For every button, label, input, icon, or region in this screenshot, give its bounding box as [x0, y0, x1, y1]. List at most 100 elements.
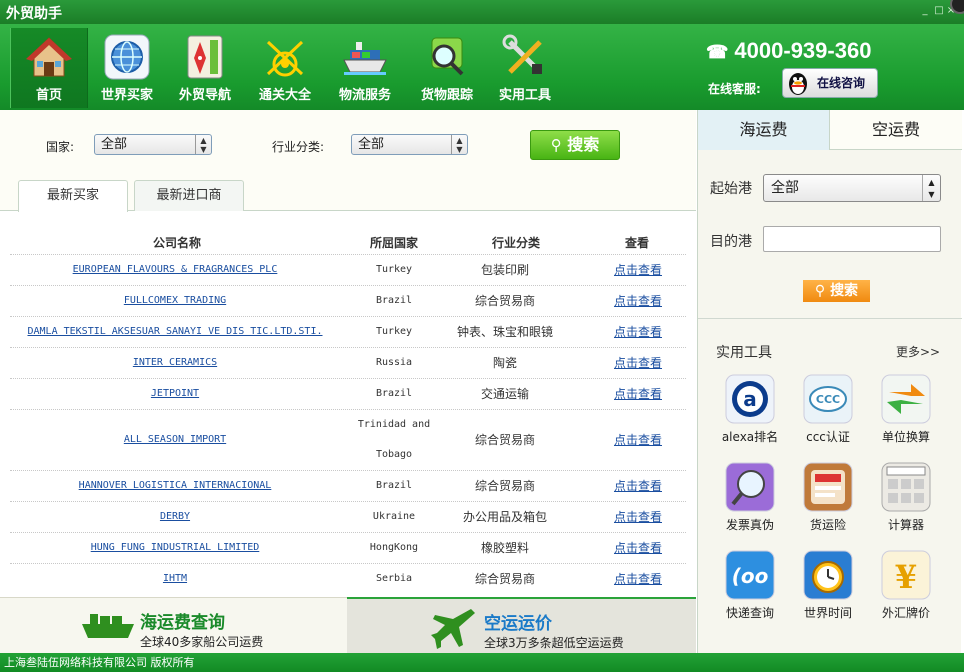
company-link[interactable]: DERBY: [10, 502, 340, 532]
nav-home[interactable]: 首页: [10, 28, 88, 108]
view-link[interactable]: 点击查看: [600, 533, 676, 563]
view-link[interactable]: 点击查看: [600, 286, 676, 316]
nav-trade-navigation[interactable]: 外贸导航: [166, 28, 244, 108]
industry-select[interactable]: 全部 ▲ ▼: [351, 134, 468, 155]
company-link[interactable]: IHTM: [10, 564, 340, 594]
view-link[interactable]: 点击查看: [600, 379, 676, 409]
maximize-button[interactable]: □: [934, 6, 944, 16]
country-cell: Trinidad and Tobago: [348, 410, 440, 470]
company-link[interactable]: EUROPEAN FLAVOURS & FRAGRANCES PLC: [10, 255, 340, 285]
tool-label: 发票真伪: [725, 518, 774, 532]
nav-cargo-tracking[interactable]: 货物跟踪: [408, 28, 486, 108]
tab-air-freight[interactable]: 空运费: [830, 110, 962, 150]
view-link[interactable]: 点击查看: [600, 471, 676, 501]
country-cell: HongKong: [369, 542, 419, 553]
company-link[interactable]: HUNG FUNG INDUSTRIAL LIMITED: [10, 533, 340, 563]
air-freight-promo[interactable]: 空运运价 全球3万多条超低空运运费: [347, 597, 696, 653]
tab-sea-freight[interactable]: 海运费: [698, 110, 830, 150]
freight-search-label: 搜索: [830, 283, 859, 299]
col-industry: 行业分类: [492, 236, 541, 250]
origin-port-select[interactable]: 全部 ▲ ▼: [763, 174, 941, 202]
country-cell: Brazil: [375, 295, 413, 306]
industry-label: 行业分类:: [272, 140, 325, 154]
air-freight-title: 空运运价: [484, 614, 552, 634]
filter-bar: 国家: 全部 ▲ ▼ 行业分类: 全部 ▲ ▼ ⚲ 搜索: [0, 110, 696, 180]
online-consult-button[interactable]: 在线咨询: [782, 68, 878, 98]
nav-label: 世界买家: [100, 88, 153, 103]
tool-ccc[interactable]: CCC ccc认证: [793, 374, 863, 445]
freight-search-button[interactable]: ⚲ 搜索: [803, 280, 870, 302]
country-line-2: Tobago: [375, 449, 413, 460]
search-button[interactable]: ⚲ 搜索: [530, 130, 620, 160]
svg-text:a: a: [743, 387, 757, 411]
view-link[interactable]: 点击查看: [600, 255, 676, 285]
tool-world-time[interactable]: 世界时间: [793, 550, 863, 621]
tools-icon: [502, 34, 542, 74]
search-icon: ⚲: [550, 136, 562, 154]
tool-express-query[interactable]: (oo 快递查询: [715, 550, 785, 621]
company-link[interactable]: INTER CERAMICS: [10, 348, 340, 378]
nav-world-buyers[interactable]: 世界买家: [88, 28, 166, 108]
tool-calculator[interactable]: 计算器: [871, 462, 941, 533]
nav-tools[interactable]: 实用工具: [486, 28, 564, 108]
industry-cell: 综合贸易商: [474, 479, 535, 493]
country-label: 国家:: [46, 140, 75, 154]
tool-unit-convert[interactable]: 单位换算: [871, 374, 941, 445]
phone-icon: ☎: [706, 42, 729, 62]
industry-cell: 橡胶塑料: [480, 541, 529, 555]
tool-exchange-rate[interactable]: ¥ 外汇牌价: [871, 550, 941, 621]
company-link[interactable]: DAMLA TEKSTIL AKSESUAR SANAYI VE DIS TIC…: [10, 317, 340, 347]
industry-cell: 综合贸易商: [474, 572, 535, 586]
industry-cell: 综合贸易商: [474, 294, 535, 308]
industry-cell: 陶瓷: [492, 356, 517, 370]
express-icon: (oo: [725, 550, 775, 600]
tool-label: ccc认证: [806, 430, 850, 444]
industry-select-value: 全部: [358, 137, 385, 152]
buyer-tabs: 最新买家 最新进口商: [0, 180, 696, 212]
tool-cargo-insurance[interactable]: 货运险: [793, 462, 863, 533]
buyers-panel: 国家: 全部 ▲ ▼ 行业分类: 全部 ▲ ▼ ⚲ 搜索 最新买家 最新进口商 公司…: [0, 110, 696, 595]
view-link[interactable]: 点击查看: [600, 348, 676, 378]
country-cell: Brazil: [375, 480, 413, 491]
destination-port-input[interactable]: [763, 226, 941, 252]
view-link[interactable]: 点击查看: [600, 317, 676, 347]
nav-label: 外贸导航: [178, 88, 231, 103]
tab-latest-importers[interactable]: 最新进口商: [134, 180, 244, 211]
minimize-button[interactable]: _: [920, 6, 930, 16]
nav-customs[interactable]: 通关大全: [246, 28, 324, 108]
table-row: DAMLA TEKSTIL AKSESUAR SANAYI VE DIS TIC…: [10, 317, 686, 348]
table-row: IHTM Serbia 综合贸易商 点击查看: [10, 564, 686, 595]
industry-cell: 综合贸易商: [474, 433, 535, 447]
company-link[interactable]: FULLCOMEX TRADING: [10, 286, 340, 316]
header: 首页 世界买家 外贸导航 通关大全 物流服务 货物跟踪 实用工具 ☎ 4000-…: [0, 24, 964, 110]
sea-freight-promo[interactable]: 海运费查询 全球40多家船公司运费: [0, 597, 347, 653]
country-select[interactable]: 全部 ▲ ▼: [94, 134, 212, 155]
tool-label: 世界时间: [803, 606, 852, 620]
tab-latest-buyers[interactable]: 最新买家: [18, 180, 128, 212]
view-link[interactable]: 点击查看: [600, 502, 676, 532]
country-cell: Ukraine: [372, 511, 416, 522]
svg-text:¥: ¥: [895, 558, 917, 596]
origin-port-value: 全部: [771, 180, 799, 196]
table-row: DERBY Ukraine 办公用品及箱包 点击查看: [10, 502, 686, 533]
alarm-clock-icon: [803, 550, 853, 600]
sea-freight-subtitle: 全球40多家船公司运费: [140, 635, 264, 649]
alexa-icon: a: [725, 374, 775, 424]
nav-label: 首页: [35, 88, 62, 103]
company-link[interactable]: JETPOINT: [10, 379, 340, 409]
origin-port-label: 起始港: [710, 181, 752, 197]
table-row: HANNOVER LOGISTICA INTERNACIONAL Brazil …: [10, 471, 686, 502]
view-link[interactable]: 点击查看: [600, 410, 676, 470]
col-country: 所屈国家: [370, 236, 419, 250]
house-icon: [26, 37, 72, 77]
nav-logistics[interactable]: 物流服务: [326, 28, 404, 108]
company-link[interactable]: ALL SEASON IMPORT: [10, 410, 340, 470]
company-link[interactable]: HANNOVER LOGISTICA INTERNACIONAL: [10, 471, 340, 501]
country-cell: Turkey: [375, 264, 413, 275]
tool-alexa[interactable]: a alexa排名: [715, 374, 785, 445]
cargo-insurance-icon: [803, 462, 853, 512]
hotline-number: 4000-939-360: [734, 38, 872, 63]
tool-invoice-check[interactable]: 发票真伪: [715, 462, 785, 533]
view-link[interactable]: 点击查看: [600, 564, 676, 594]
tools-more-link[interactable]: 更多>>: [896, 343, 940, 360]
